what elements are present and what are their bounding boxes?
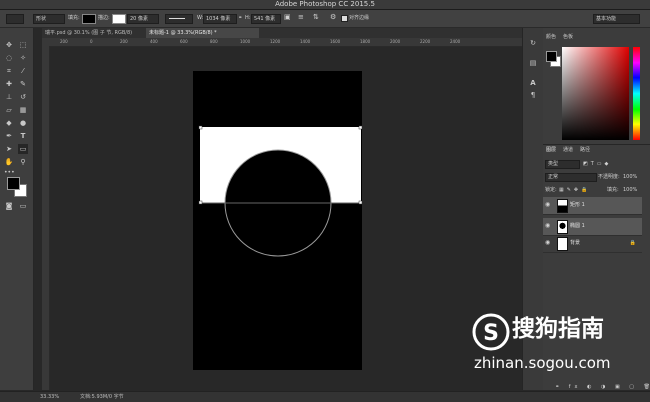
layers-bottom-bar: ⚭ fx ◐ ◑ ▣ ▢ 🗑: [543, 384, 650, 390]
tab-channels[interactable]: 通道: [563, 146, 573, 155]
tab-layers[interactable]: 图层: [546, 146, 556, 155]
tab-color[interactable]: 颜色: [546, 33, 556, 42]
tab-paths[interactable]: 路径: [580, 146, 590, 155]
lock-icon: 🔒: [629, 240, 636, 246]
layer-name: 椭圆 1: [570, 223, 585, 229]
lock-options-icons[interactable]: ▦✎✥🔒: [559, 187, 590, 193]
layer-thumbnail: [557, 220, 568, 234]
layer-name: 背景: [570, 240, 581, 246]
panel-foreground-swatch[interactable]: [546, 51, 557, 62]
layer-row-rectangle[interactable]: ◉ 矩形 1: [543, 197, 642, 215]
layer-filter-icons[interactable]: ◩T▭◆: [583, 161, 611, 167]
adjustments-panel-icon[interactable]: ▤: [528, 58, 538, 68]
watermark-url: zhinan.sogou.com: [474, 354, 611, 372]
layer-kind-filter[interactable]: 类型: [545, 160, 580, 169]
color-picker-field[interactable]: [562, 47, 629, 140]
eye-icon[interactable]: ◉: [545, 201, 550, 208]
fill-opacity-value[interactable]: 100%: [623, 187, 637, 193]
sogou-logo-icon: S: [472, 313, 510, 351]
anchor-handle-bottom-right[interactable]: [358, 200, 363, 205]
panel-divider: [543, 144, 650, 145]
eye-icon[interactable]: ◉: [545, 239, 550, 246]
paragraph-panel-icon[interactable]: ¶: [528, 90, 538, 100]
opacity-label: 不透明度:: [598, 174, 620, 180]
ellipse-upper-half[interactable]: [225, 150, 331, 203]
watermark-brand: 搜狗指南: [512, 316, 604, 342]
blend-mode-select[interactable]: 正常: [545, 173, 597, 182]
layer-name: 矩形 1: [570, 202, 585, 208]
layer-row-background[interactable]: ◉ 背景 🔒: [543, 235, 642, 253]
layer-thumbnail: [557, 199, 568, 213]
history-panel-icon[interactable]: ↻: [528, 38, 538, 48]
lock-label: 锁定:: [545, 187, 557, 193]
tab-swatches[interactable]: 色板: [563, 33, 573, 42]
opacity-value[interactable]: 100%: [623, 174, 637, 180]
anchor-handle-bottom-left[interactable]: [198, 200, 203, 205]
character-panel-icon[interactable]: A: [528, 78, 538, 88]
anchor-handle-top-right[interactable]: [358, 125, 363, 130]
status-bar: 33.33% 文档:5.93M/0 字节: [0, 391, 650, 402]
anchor-handle-top-left[interactable]: [198, 125, 203, 130]
svg-text:S: S: [483, 321, 499, 346]
layer-thumbnail: [557, 237, 568, 251]
eye-icon[interactable]: ◉: [545, 222, 550, 229]
fill-opacity-label: 填充:: [607, 187, 619, 193]
layer-row-ellipse[interactable]: ◉ 椭圆 1: [543, 218, 642, 236]
layer-actions-icons[interactable]: ⚭ fx ◐ ◑ ▣ ▢ 🗑: [555, 384, 650, 390]
hue-slider[interactable]: [633, 47, 640, 140]
